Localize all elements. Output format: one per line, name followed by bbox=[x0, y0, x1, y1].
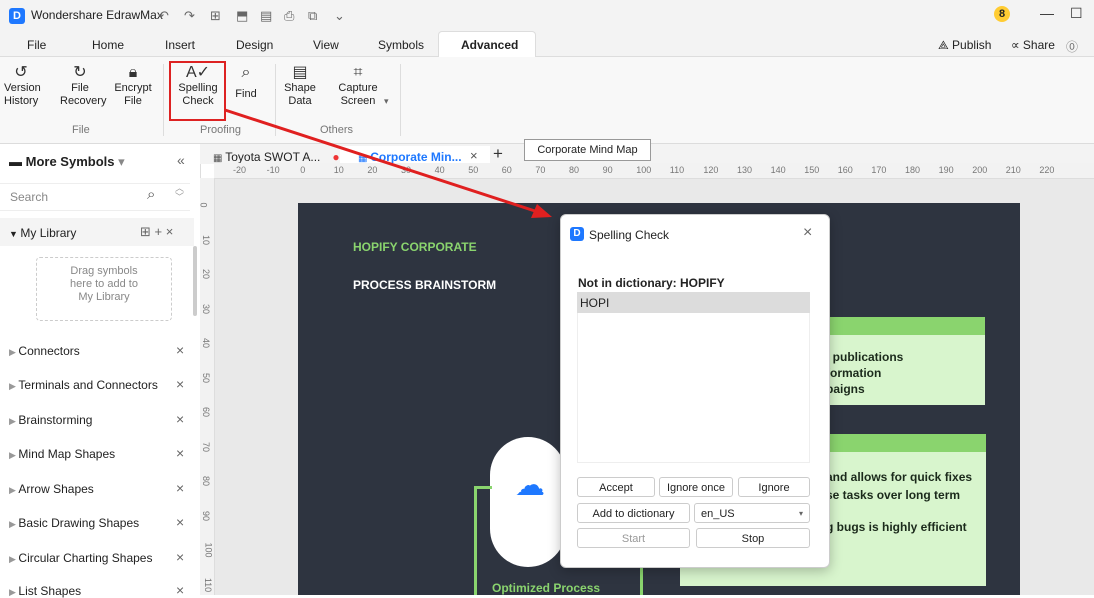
language-select[interactable]: en_US ▾ bbox=[694, 503, 810, 523]
language-value: en_US bbox=[701, 508, 735, 520]
suggestion-text: HOPI bbox=[580, 296, 610, 310]
suggestion-list[interactable] bbox=[577, 313, 810, 463]
accept-button[interactable]: Accept bbox=[577, 477, 655, 497]
app-logo-icon: D bbox=[570, 227, 584, 241]
ignore-once-button[interactable]: Ignore once bbox=[659, 477, 733, 497]
close-icon[interactable]: × bbox=[803, 224, 812, 242]
chevron-down-icon: ▾ bbox=[798, 509, 803, 518]
tab-tooltip: Corporate Mind Map bbox=[524, 139, 651, 161]
dialog-title: Spelling Check bbox=[589, 228, 670, 242]
add-to-dictionary-button[interactable]: Add to dictionary bbox=[577, 503, 690, 523]
annotation-arrow bbox=[224, 108, 552, 218]
start-button[interactable]: Start bbox=[577, 528, 690, 548]
stop-button[interactable]: Stop bbox=[696, 528, 810, 548]
not-in-dictionary-label: Not in dictionary: HOPIFY bbox=[578, 276, 725, 290]
suggestion-item-selected[interactable] bbox=[577, 292, 810, 313]
ignore-button[interactable]: Ignore bbox=[738, 477, 810, 497]
